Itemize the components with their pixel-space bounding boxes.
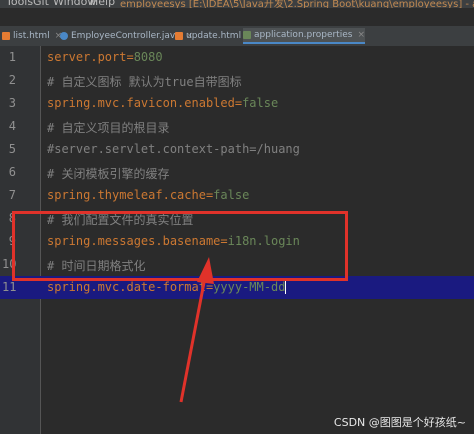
watermark: CSDN @图图是个好孩纸~	[333, 416, 466, 429]
arrow-shaft	[179, 266, 209, 403]
annotation-arrow	[179, 257, 214, 403]
arrow-head	[197, 257, 214, 284]
